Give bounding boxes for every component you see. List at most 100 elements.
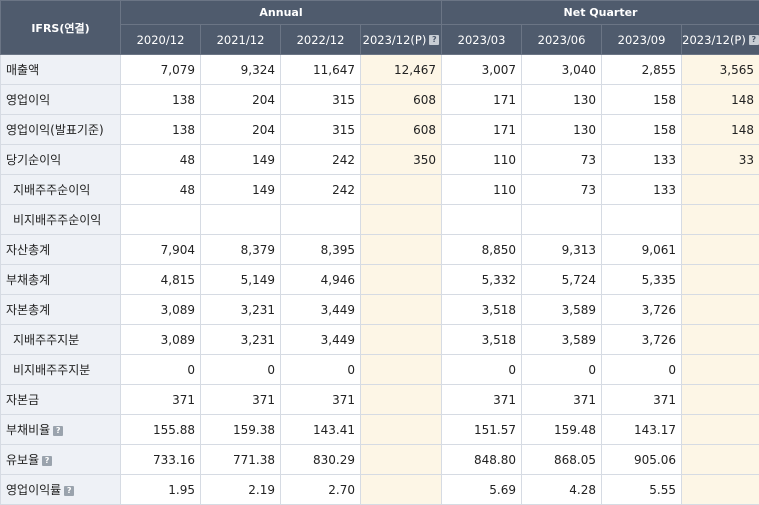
value-cell <box>682 415 759 445</box>
value-cell: 110 <box>442 175 522 205</box>
quarter-group-header: Net Quarter <box>442 1 759 25</box>
row-label: 부채비율 <box>6 423 50 437</box>
value-cell: 155.88 <box>121 415 201 445</box>
value-cell: 242 <box>281 145 361 175</box>
table-row: 영업이익(발표기준)138204315608171130158148 <box>1 115 759 145</box>
row-label: 자본총계 <box>6 303 50 317</box>
value-cell: 371 <box>121 385 201 415</box>
value-cell: 149 <box>201 145 281 175</box>
value-cell: 5,149 <box>201 265 281 295</box>
value-cell <box>602 205 682 235</box>
value-cell <box>682 265 759 295</box>
value-cell <box>361 175 442 205</box>
help-icon[interactable]: ? <box>749 35 759 45</box>
period-header-0: 2020/12 <box>121 25 201 55</box>
value-cell: 905.06 <box>602 445 682 475</box>
row-label: 자본금 <box>6 393 39 407</box>
row-label-cell: 자산총계 <box>1 235 121 265</box>
value-cell: 8,379 <box>201 235 281 265</box>
period-header-1: 2021/12 <box>201 25 281 55</box>
table-row: 자본총계3,0893,2313,4493,5183,5893,726 <box>1 295 759 325</box>
value-cell: 171 <box>442 85 522 115</box>
help-icon[interactable]: ? <box>64 486 74 496</box>
row-label-cell: 매출액 <box>1 55 121 85</box>
value-cell <box>281 205 361 235</box>
value-cell <box>682 355 759 385</box>
help-icon[interactable]: ? <box>429 35 439 45</box>
table-row: 영업이익률?1.952.192.705.694.285.55 <box>1 475 759 505</box>
value-cell: 3,089 <box>121 295 201 325</box>
value-cell: 2.70 <box>281 475 361 505</box>
value-cell: 315 <box>281 115 361 145</box>
period-label: 2023/12(P) <box>363 33 427 47</box>
row-label: 비지배주주지분 <box>13 363 90 377</box>
value-cell <box>361 475 442 505</box>
value-cell: 33 <box>682 145 759 175</box>
value-cell: 138 <box>121 85 201 115</box>
value-cell: 133 <box>602 175 682 205</box>
value-cell <box>361 445 442 475</box>
table-row: 자산총계7,9048,3798,3958,8509,3139,061 <box>1 235 759 265</box>
financial-summary-table: IFRS(연결) Annual Net Quarter 2020/122021/… <box>0 0 759 505</box>
value-cell <box>682 385 759 415</box>
value-cell <box>121 205 201 235</box>
period-label: 2023/09 <box>618 33 666 47</box>
value-cell: 1.95 <box>121 475 201 505</box>
period-header-3: 2023/12(P)? <box>361 25 442 55</box>
period-label: 2023/12(P) <box>682 33 746 47</box>
help-icon[interactable]: ? <box>42 456 52 466</box>
value-cell: 7,904 <box>121 235 201 265</box>
value-cell <box>361 415 442 445</box>
value-cell: 0 <box>121 355 201 385</box>
value-cell: 8,850 <box>442 235 522 265</box>
help-icon[interactable]: ? <box>53 426 63 436</box>
period-header-7: 2023/12(P)? <box>682 25 759 55</box>
value-cell: 3,589 <box>522 295 602 325</box>
row-label: 부채총계 <box>6 273 50 287</box>
value-cell: 350 <box>361 145 442 175</box>
row-label: 자산총계 <box>6 243 50 257</box>
value-cell: 3,231 <box>201 325 281 355</box>
row-label-cell: 자본총계 <box>1 295 121 325</box>
value-cell: 371 <box>522 385 602 415</box>
value-cell: 3,589 <box>522 325 602 355</box>
value-cell: 3,518 <box>442 295 522 325</box>
row-label-cell: 유보율? <box>1 445 121 475</box>
value-cell: 133 <box>602 145 682 175</box>
value-cell: 48 <box>121 175 201 205</box>
value-cell: 3,449 <box>281 295 361 325</box>
value-cell: 148 <box>682 115 759 145</box>
value-cell: 771.38 <box>201 445 281 475</box>
value-cell: 149 <box>201 175 281 205</box>
table-row: 지배주주지분3,0893,2313,4493,5183,5893,726 <box>1 325 759 355</box>
row-label-cell: 당기순이익 <box>1 145 121 175</box>
value-cell: 3,089 <box>121 325 201 355</box>
row-label-cell: 부채총계 <box>1 265 121 295</box>
value-cell: 3,007 <box>442 55 522 85</box>
row-label-cell: 영업이익(발표기준) <box>1 115 121 145</box>
value-cell: 848.80 <box>442 445 522 475</box>
value-cell <box>361 235 442 265</box>
value-cell: 9,313 <box>522 235 602 265</box>
row-label-cell: 비지배주주지분 <box>1 355 121 385</box>
value-cell <box>682 445 759 475</box>
row-label: 매출액 <box>6 63 39 77</box>
period-label: 2021/12 <box>217 33 265 47</box>
value-cell <box>682 475 759 505</box>
value-cell: 130 <box>522 115 602 145</box>
table-row: 당기순이익481492423501107313333 <box>1 145 759 175</box>
value-cell: 143.41 <box>281 415 361 445</box>
table-row: 비지배주주지분000000 <box>1 355 759 385</box>
table-row: 영업이익138204315608171130158148 <box>1 85 759 115</box>
value-cell: 0 <box>602 355 682 385</box>
period-label: 2023/03 <box>458 33 506 47</box>
value-cell: 4,946 <box>281 265 361 295</box>
row-label-cell: 비지배주주순이익 <box>1 205 121 235</box>
value-cell: 608 <box>361 115 442 145</box>
value-cell <box>361 385 442 415</box>
row-label: 영업이익(발표기준) <box>6 123 104 137</box>
row-label: 영업이익률 <box>6 483 61 497</box>
value-cell <box>442 205 522 235</box>
value-cell: 371 <box>442 385 522 415</box>
value-cell: 159.48 <box>522 415 602 445</box>
